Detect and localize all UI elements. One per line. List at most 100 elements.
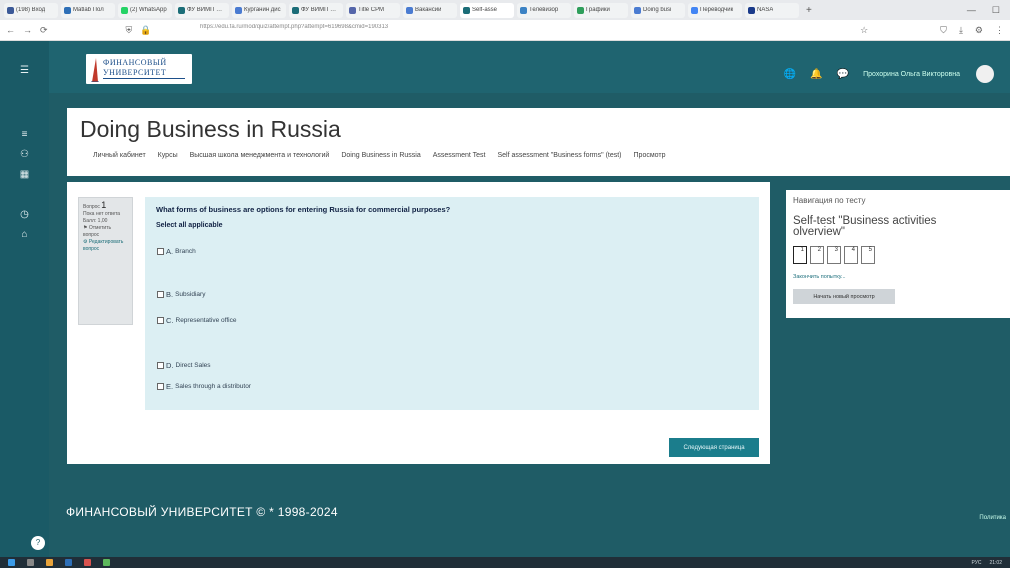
tab-label: NASA — [757, 7, 774, 13]
question-nav-button[interactable]: 1 — [793, 246, 807, 264]
answer-option[interactable]: B. Subsidiary — [157, 290, 205, 299]
flag-icon: ⚑ — [83, 225, 88, 231]
graduation-icon[interactable]: ⌂ — [0, 229, 49, 240]
question-nav-button[interactable]: 5 — [861, 246, 875, 264]
forward-icon[interactable]: → — [23, 25, 32, 35]
browser-tab[interactable]: ФУ ВИМП — Т — [175, 2, 229, 18]
app-icon[interactable] — [65, 559, 72, 566]
breadcrumb-item[interactable]: Курсы — [154, 151, 182, 160]
language-indicator[interactable]: РУС — [971, 560, 981, 566]
app-icon[interactable] — [103, 559, 110, 566]
clock[interactable]: 21:02 — [989, 560, 1002, 566]
finish-attempt-link[interactable]: Закончить попытку... — [793, 274, 846, 280]
question-nav-button[interactable]: 3 — [827, 246, 841, 264]
browser-tab[interactable]: Self-asse — [460, 2, 514, 18]
browser-tab[interactable]: (2) WhatsApp — [118, 2, 172, 18]
tab-favicon-icon — [178, 6, 185, 14]
site-header: ФИНАНСОВЫЙ УНИВЕРСИТЕТ 🌐 🔔 💬 Прохорина О… — [49, 41, 1010, 93]
breadcrumb-item[interactable]: Высшая школа менеджмента и технологий — [186, 151, 334, 160]
browser-tab[interactable]: Телевизор — [517, 2, 571, 18]
bookmark-star-icon[interactable]: ☆ — [860, 25, 868, 36]
answer-option[interactable]: E. Sales through a distributor — [157, 382, 251, 391]
question-nav-button[interactable]: 4 — [844, 246, 858, 264]
avatar[interactable] — [976, 65, 994, 83]
option-label[interactable]: Sales through a distributor — [175, 383, 251, 390]
calendar-icon[interactable]: ◷ — [0, 209, 49, 220]
reload-icon[interactable]: ⟳ — [40, 25, 48, 36]
browser-tab[interactable]: Matlab Пол — [61, 2, 115, 18]
maximize-icon[interactable]: ☐ — [992, 5, 1000, 16]
people-icon[interactable]: ⚇ — [0, 149, 49, 160]
shield-icon[interactable]: ⛨ — [126, 25, 133, 36]
breadcrumb-item[interactable]: Doing Business in Russia — [337, 151, 424, 160]
system-tray: РУС 21:02 — [971, 560, 1010, 566]
start-icon[interactable] — [8, 559, 15, 566]
bell-icon[interactable]: 🔔 — [810, 69, 822, 80]
footer-copyright: ФИНАНСОВЫЙ УНИВЕРСИТЕТ © * 1998-2024 — [66, 505, 338, 519]
browser-tab[interactable]: Вакансии — [403, 2, 457, 18]
shield-addon-icon[interactable]: ⛉ — [940, 25, 947, 36]
answer-checkbox[interactable] — [157, 362, 164, 369]
explorer-icon[interactable] — [46, 559, 53, 566]
browser-tab[interactable]: NASA — [745, 2, 799, 18]
globe-icon[interactable]: 🌐 — [784, 69, 796, 80]
breadcrumb-item[interactable]: Личный кабинет — [89, 151, 150, 160]
answer-option[interactable]: C. Representative office — [157, 316, 236, 325]
browser-tab[interactable]: Title СРМ — [346, 2, 400, 18]
flag-question-link[interactable]: ⚑ Отметить вопрос — [83, 225, 128, 239]
answer-option[interactable]: D. Direct Sales — [157, 361, 211, 370]
grid-icon[interactable]: ▦ — [0, 169, 49, 180]
search-icon[interactable] — [27, 559, 34, 566]
breadcrumb-item[interactable]: Self assessment "Business forms" (test) — [494, 151, 626, 160]
option-letter: E. — [166, 382, 174, 391]
user-name[interactable]: Прохорина Ольга Викторовна — [863, 71, 960, 78]
back-icon[interactable]: ← — [6, 25, 15, 35]
breadcrumb-item[interactable]: Assessment Test — [429, 151, 490, 160]
browser-tab-bar: (198) Вход Matlab Пол (2) WhatsApp ФУ ВИМП … — [0, 0, 1010, 20]
browser-tab[interactable]: Курганин дис — [232, 2, 286, 18]
browser-tab[interactable]: (198) Вход — [4, 2, 58, 18]
breadcrumb-item: Просмотр — [633, 152, 666, 159]
question-nav-button[interactable]: 2 — [810, 246, 824, 264]
browser-tab[interactable]: Переводчик — [688, 2, 742, 18]
answer-checkbox[interactable] — [157, 291, 164, 298]
tab-favicon-icon — [121, 6, 128, 14]
option-label[interactable]: Branch — [175, 248, 196, 255]
tab-label: (198) Вход — [16, 7, 46, 13]
footer-policy-link[interactable]: Политика — [979, 515, 1006, 521]
next-page-button[interactable]: Следующая страница — [669, 438, 759, 457]
option-label[interactable]: Subsidiary — [175, 291, 205, 298]
minimize-icon[interactable]: — — [967, 5, 976, 16]
start-new-preview-button[interactable]: Начать новый просмотр — [793, 289, 895, 304]
quiz-name: Self-test "Business activities olverview… — [793, 215, 937, 238]
university-logo[interactable]: ФИНАНСОВЫЙ УНИВЕРСИТЕТ — [86, 54, 192, 84]
browser-tab[interactable]: Doing busi — [631, 2, 685, 18]
answer-checkbox[interactable] — [157, 248, 164, 255]
new-tab-button[interactable]: + — [806, 5, 812, 16]
lock-icon[interactable]: 🔒 — [140, 25, 151, 36]
chat-icon[interactable]: 💬 — [837, 69, 849, 80]
logo-text-line1: ФИНАНСОВЫЙ — [103, 58, 167, 67]
help-button[interactable]: ? — [31, 536, 45, 550]
extensions-icon[interactable]: ⚙ — [975, 25, 983, 36]
url-field[interactable]: https://edu.fa.ru/mod/quiz/attempt.php?a… — [200, 24, 500, 30]
answer-option[interactable]: A. Branch — [157, 247, 196, 256]
gear-icon: ⚙ — [83, 239, 88, 245]
os-taskbar: РУС 21:02 — [0, 557, 1010, 568]
tab-label: ФУ ВИМП — Т — [187, 7, 226, 13]
browser-tab[interactable]: Графики — [574, 2, 628, 18]
download-icon[interactable]: ⤓ — [959, 25, 963, 36]
edit-question-link[interactable]: ⚙ Редактировать вопрос — [83, 239, 128, 253]
window-controls: — ☐ — [967, 5, 1010, 16]
tab-label: Title СРМ — [358, 7, 385, 13]
question-label: Вопрос — [83, 204, 100, 210]
option-label[interactable]: Representative office — [176, 317, 237, 324]
browser-tab[interactable]: ФУ ВИМП — Т — [289, 2, 343, 18]
list-icon[interactable]: ≡ — [0, 129, 49, 140]
answer-checkbox[interactable] — [157, 383, 164, 390]
app-icon[interactable] — [84, 559, 91, 566]
option-label[interactable]: Direct Sales — [176, 362, 211, 369]
hamburger-menu-icon[interactable]: ☰ — [0, 65, 49, 76]
menu-icon[interactable]: ⋮ — [995, 25, 1004, 36]
answer-checkbox[interactable] — [157, 317, 164, 324]
